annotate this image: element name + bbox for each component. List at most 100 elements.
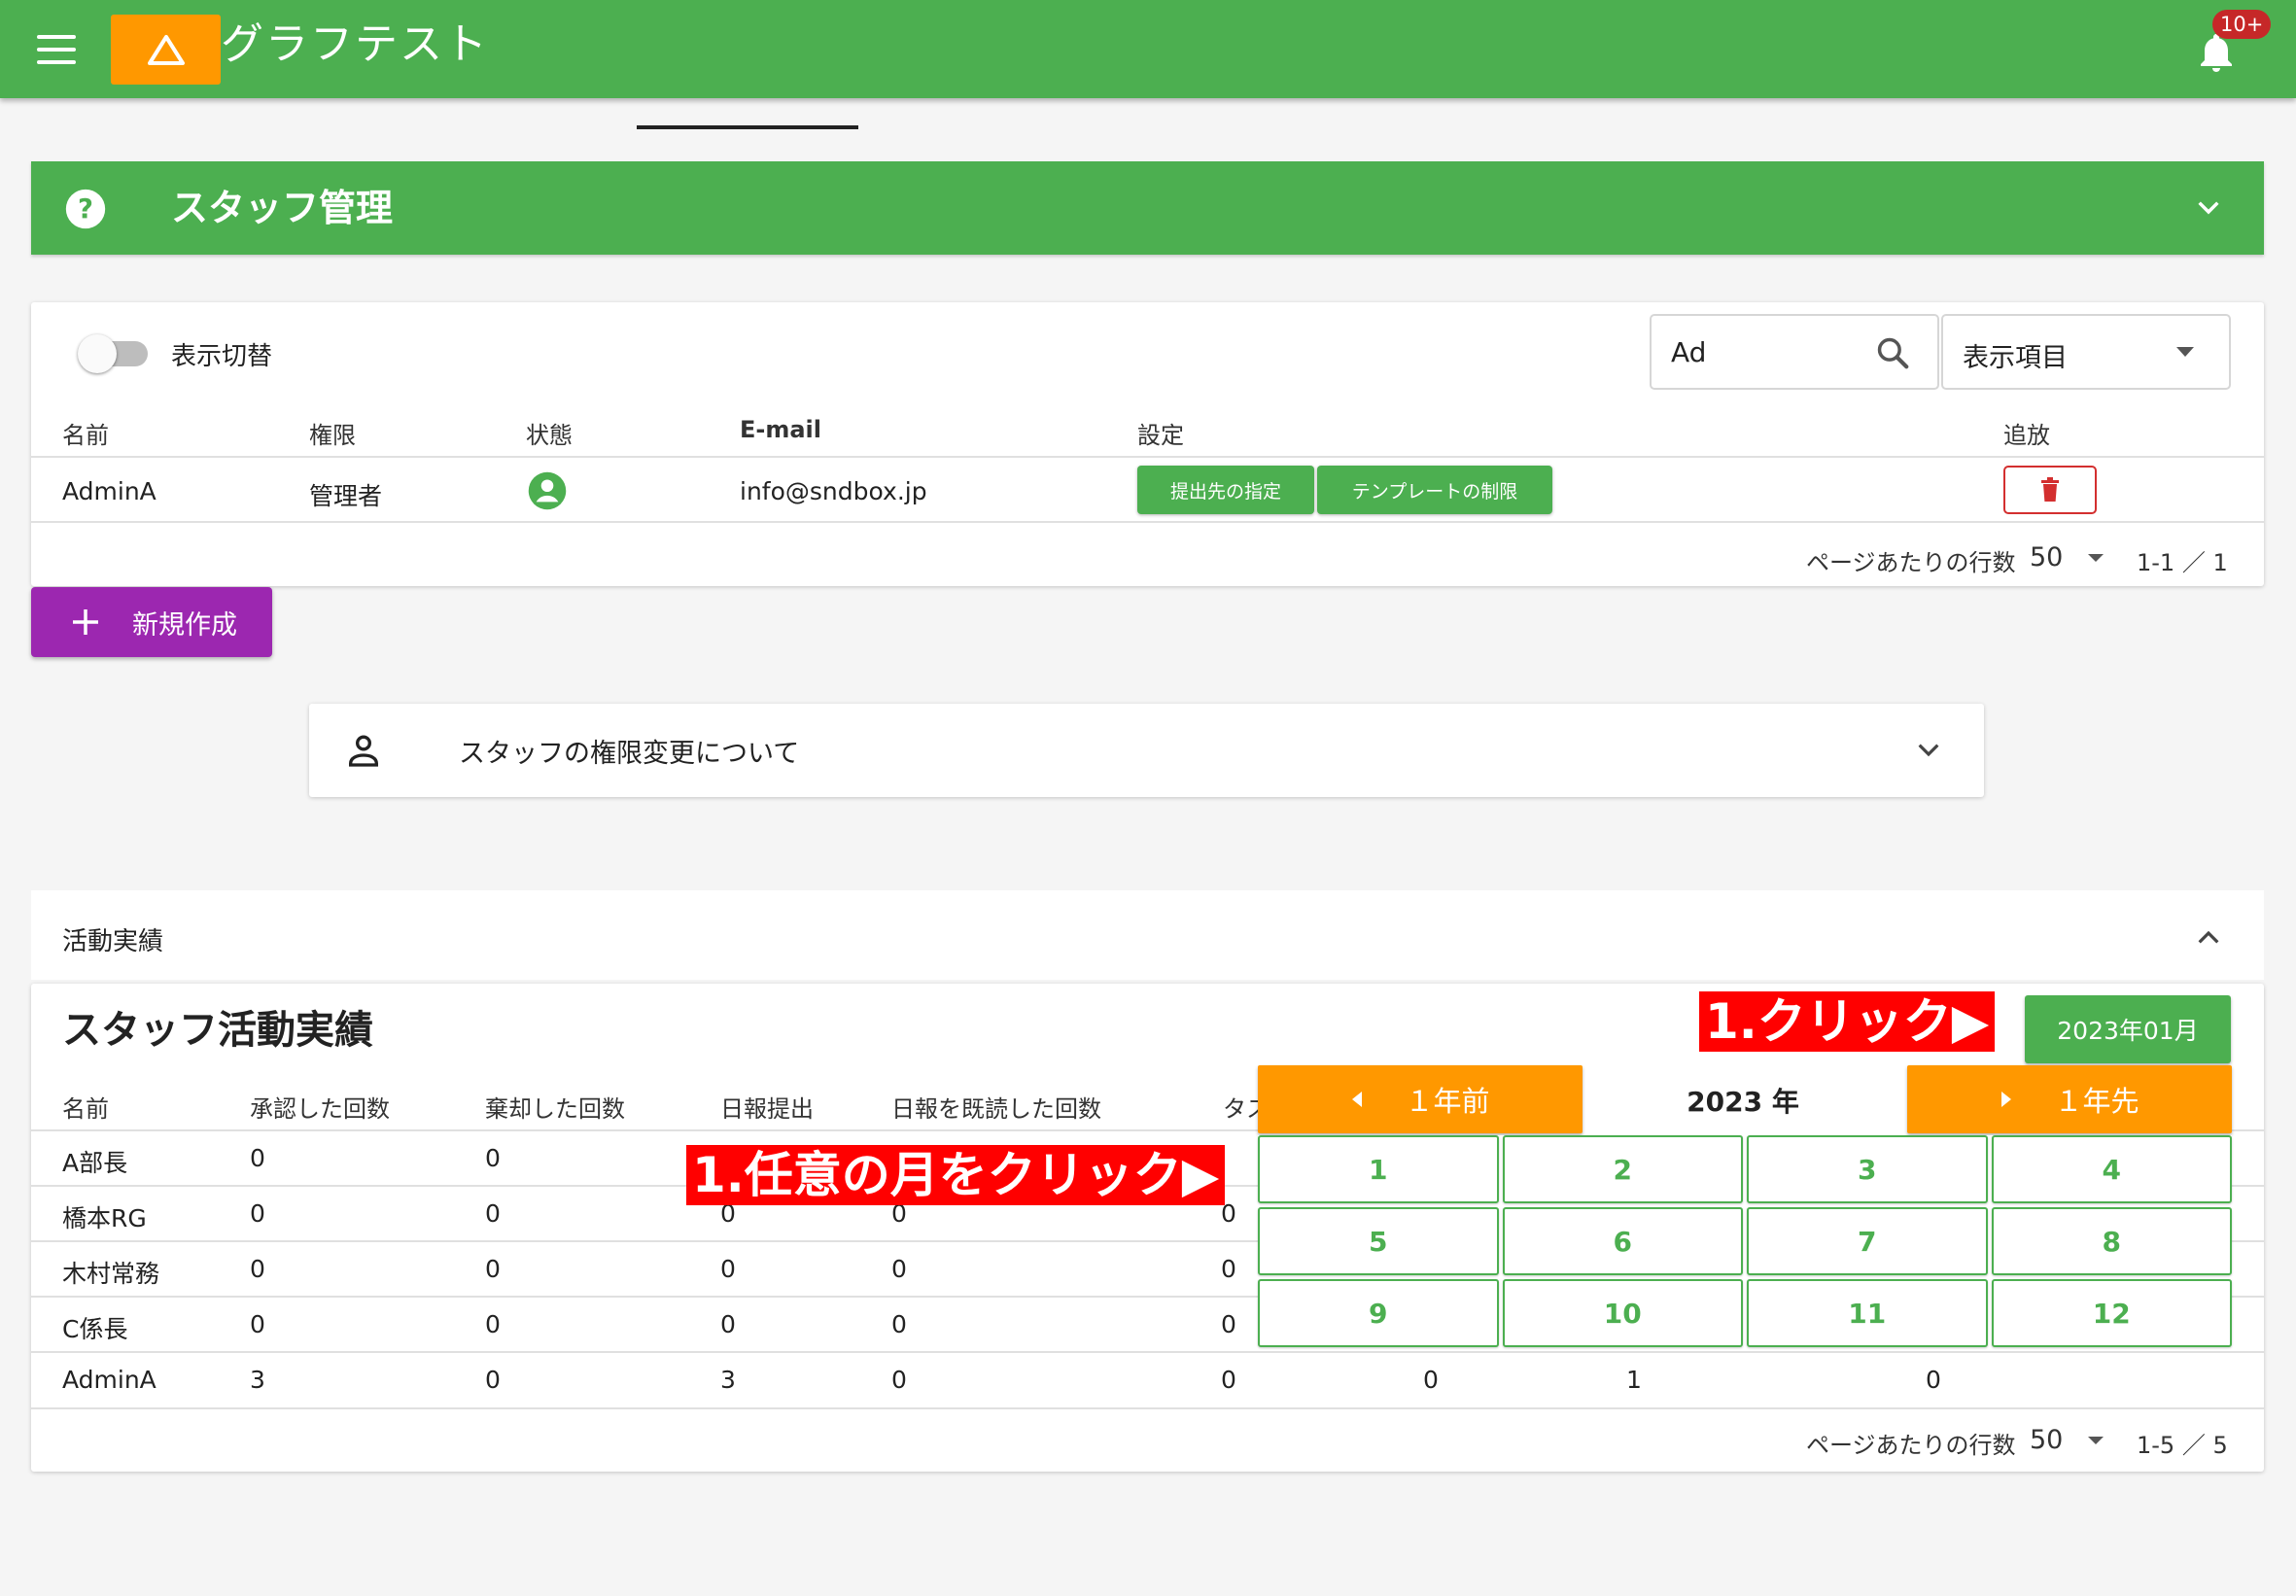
tab-indicator bbox=[637, 125, 858, 129]
table-cell: 0 bbox=[720, 1255, 736, 1283]
month-button-11[interactable]: 11 bbox=[1747, 1279, 1988, 1347]
month-button-2[interactable]: 2 bbox=[1502, 1135, 1743, 1203]
table-cell: 0 bbox=[891, 1255, 907, 1283]
svg-text:?: ? bbox=[78, 193, 93, 225]
dropdown-arrow-icon[interactable] bbox=[2086, 1433, 2105, 1446]
display-toggle-label: 表示切替 bbox=[171, 342, 273, 371]
table-cell: 1 bbox=[1626, 1366, 1642, 1394]
act-header-rejected: 棄却した回数 bbox=[485, 1095, 625, 1123]
plus-icon bbox=[73, 609, 98, 635]
table-row-name: A部長 bbox=[62, 1149, 128, 1177]
table-row-name: AdminA bbox=[62, 1366, 157, 1394]
table-cell: 0 bbox=[250, 1199, 265, 1228]
prev-year-button[interactable]: １年前 bbox=[1258, 1065, 1583, 1133]
table-row-name: 木村常務 bbox=[62, 1260, 160, 1288]
triangle-icon bbox=[147, 35, 185, 65]
divider bbox=[31, 1351, 2264, 1353]
help-icon[interactable]: ? bbox=[64, 188, 107, 230]
rows-per-page-select[interactable]: 50 bbox=[2030, 1425, 2063, 1455]
chevron-up-icon[interactable] bbox=[2193, 921, 2224, 953]
remove-staff-button[interactable] bbox=[2003, 466, 2097, 514]
search-input-value[interactable]: Ad bbox=[1671, 336, 1706, 368]
app-logo[interactable] bbox=[111, 15, 221, 85]
chevron-down-icon[interactable] bbox=[2193, 192, 2224, 224]
staff-email: info@sndbox.jp bbox=[740, 477, 927, 505]
month-annotation: 1.任意の月をクリック▶ bbox=[686, 1145, 1226, 1205]
month-button-9[interactable]: 9 bbox=[1258, 1279, 1499, 1347]
act-header-report-read: 日報を既読した回数 bbox=[891, 1095, 1101, 1123]
trash-icon bbox=[2041, 477, 2059, 502]
table-cell: 0 bbox=[1221, 1366, 1236, 1394]
table-cell: 0 bbox=[250, 1144, 265, 1172]
month-picker-button[interactable]: 2023年01月 bbox=[2025, 995, 2231, 1063]
menu-icon[interactable] bbox=[37, 35, 76, 64]
month-button-1[interactable]: 1 bbox=[1258, 1135, 1499, 1203]
staff-role: 管理者 bbox=[309, 482, 383, 510]
table-cell: 3 bbox=[720, 1366, 736, 1394]
dropdown-arrow-icon[interactable] bbox=[2174, 344, 2197, 360]
month-button-5[interactable]: 5 bbox=[1258, 1207, 1499, 1275]
col-header-role: 権限 bbox=[309, 422, 356, 449]
act-header-approved: 承認した回数 bbox=[250, 1095, 390, 1123]
rows-per-page-label: ページあたりの行数 bbox=[1806, 1432, 2016, 1459]
submit-destination-button[interactable]: 提出先の指定 bbox=[1137, 466, 1314, 514]
table-cell: 0 bbox=[485, 1310, 501, 1338]
activity-title: スタッフ活動実績 bbox=[62, 1008, 373, 1053]
month-button-7[interactable]: 7 bbox=[1747, 1207, 1988, 1275]
caret-right-icon bbox=[2001, 1092, 2012, 1107]
year-label: 2023 年 bbox=[1687, 1086, 1799, 1118]
table-cell: 0 bbox=[250, 1310, 265, 1338]
person-icon bbox=[349, 735, 378, 767]
staff-name: AdminA bbox=[62, 477, 157, 505]
table-row-name: 橋本RG bbox=[62, 1204, 147, 1232]
prev-year-label: １年前 bbox=[1405, 1085, 1490, 1118]
next-year-button[interactable]: １年先 bbox=[1907, 1065, 2232, 1133]
template-restriction-button[interactable]: テンプレートの制限 bbox=[1317, 466, 1552, 514]
app-title: グラフテスト bbox=[221, 19, 489, 69]
rows-per-page-select[interactable]: 50 bbox=[2030, 542, 2063, 572]
table-cell: 0 bbox=[485, 1144, 501, 1172]
month-button-10[interactable]: 10 bbox=[1502, 1279, 1743, 1347]
month-button-3[interactable]: 3 bbox=[1747, 1135, 1988, 1203]
divider bbox=[31, 1407, 2264, 1409]
table-cell: 0 bbox=[1926, 1366, 1941, 1394]
table-cell: 0 bbox=[485, 1199, 501, 1228]
column-select-value: 表示項目 bbox=[1963, 343, 2068, 373]
activity-section-label: 活動実績 bbox=[62, 927, 164, 956]
table-cell: 0 bbox=[891, 1366, 907, 1394]
new-create-button[interactable]: 新規作成 bbox=[31, 587, 272, 657]
month-grid: 1 2 3 4 5 6 7 8 9 10 11 12 bbox=[1258, 1135, 2232, 1347]
next-year-label: １年先 bbox=[2054, 1085, 2139, 1118]
permission-info-accordion[interactable]: スタッフの権限変更について bbox=[309, 704, 1984, 797]
table-cell: 0 bbox=[1221, 1255, 1236, 1283]
table-cell: 0 bbox=[720, 1310, 736, 1338]
page-range: 1-1 ／ 1 bbox=[2137, 549, 2228, 576]
divider bbox=[31, 521, 2264, 523]
activity-section-header[interactable] bbox=[31, 890, 2264, 980]
table-cell: 0 bbox=[485, 1255, 501, 1283]
new-create-label: 新規作成 bbox=[132, 609, 237, 641]
table-cell: 3 bbox=[250, 1366, 265, 1394]
search-icon[interactable] bbox=[1874, 334, 1911, 371]
page-title: スタッフ管理 bbox=[171, 187, 394, 229]
table-cell: 0 bbox=[1423, 1366, 1439, 1394]
month-button-6[interactable]: 6 bbox=[1502, 1207, 1743, 1275]
table-cell: 0 bbox=[1221, 1310, 1236, 1338]
col-header-status: 状態 bbox=[526, 422, 573, 449]
month-button-4[interactable]: 4 bbox=[1991, 1135, 2232, 1203]
divider bbox=[31, 456, 2264, 458]
act-header-name: 名前 bbox=[62, 1095, 109, 1123]
dropdown-arrow-icon[interactable] bbox=[2086, 550, 2105, 564]
rows-per-page-label: ページあたりの行数 bbox=[1806, 549, 2016, 576]
month-button-8[interactable]: 8 bbox=[1991, 1207, 2232, 1275]
month-button-12[interactable]: 12 bbox=[1991, 1279, 2232, 1347]
table-row-name: C係長 bbox=[62, 1315, 128, 1343]
table-cell: 0 bbox=[485, 1366, 501, 1394]
col-header-name: 名前 bbox=[62, 422, 109, 449]
chevron-down-icon[interactable] bbox=[1913, 735, 1944, 766]
click-annotation: 1.クリック▶ bbox=[1699, 991, 1996, 1052]
caret-left-icon bbox=[1352, 1092, 1363, 1107]
account-status-icon bbox=[527, 470, 568, 511]
display-toggle-thumb[interactable] bbox=[78, 334, 117, 373]
act-header-report-submitted: 日報提出 bbox=[720, 1095, 814, 1123]
